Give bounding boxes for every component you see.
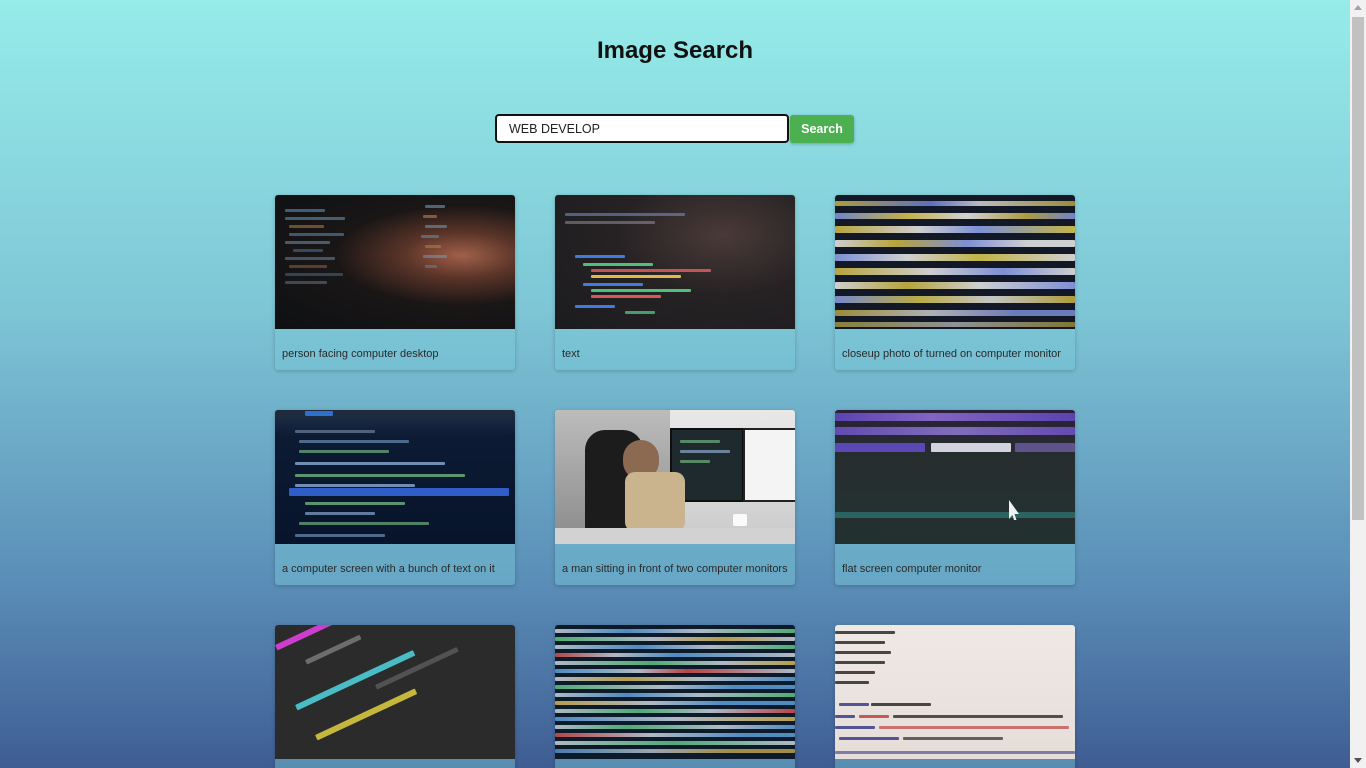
search-button[interactable]: Search (790, 114, 854, 143)
scroll-down-arrow-icon[interactable] (1354, 758, 1362, 763)
result-image[interactable] (835, 195, 1075, 329)
scrollbar-thumb[interactable] (1352, 17, 1364, 520)
image-card[interactable] (555, 625, 795, 768)
page: Image Search Search (0, 0, 1350, 768)
result-image[interactable] (835, 625, 1075, 759)
result-image[interactable] (555, 410, 795, 544)
image-card[interactable]: person facing computer desktop (275, 195, 515, 370)
image-card[interactable]: text (555, 195, 795, 370)
result-image[interactable] (275, 410, 515, 544)
image-card[interactable]: a computer screen with a bunch of text o… (275, 410, 515, 585)
result-image[interactable] (555, 195, 795, 329)
image-caption: closeup photo of turned on computer moni… (842, 348, 1061, 360)
image-card[interactable] (275, 625, 515, 768)
search-form: Search (495, 114, 854, 143)
scroll-up-arrow-icon[interactable] (1354, 5, 1362, 10)
result-image[interactable] (835, 410, 1075, 544)
result-image[interactable] (555, 625, 795, 759)
image-caption: a computer screen with a bunch of text o… (282, 563, 495, 575)
image-caption: flat screen computer monitor (842, 563, 982, 575)
image-card[interactable]: flat screen computer monitor (835, 410, 1075, 585)
results-grid: person facing computer desktop text clos… (275, 195, 1075, 768)
search-input[interactable] (495, 114, 789, 143)
image-card[interactable] (835, 625, 1075, 768)
page-title: Image Search (596, 37, 754, 64)
result-image[interactable] (275, 625, 515, 759)
image-card[interactable]: a man sitting in front of two computer m… (555, 410, 795, 585)
image-card[interactable]: closeup photo of turned on computer moni… (835, 195, 1075, 370)
image-caption: a man sitting in front of two computer m… (562, 563, 788, 575)
vertical-scrollbar[interactable] (1350, 0, 1366, 768)
result-image[interactable] (275, 195, 515, 329)
image-caption: text (562, 348, 580, 360)
image-caption: person facing computer desktop (282, 348, 439, 360)
